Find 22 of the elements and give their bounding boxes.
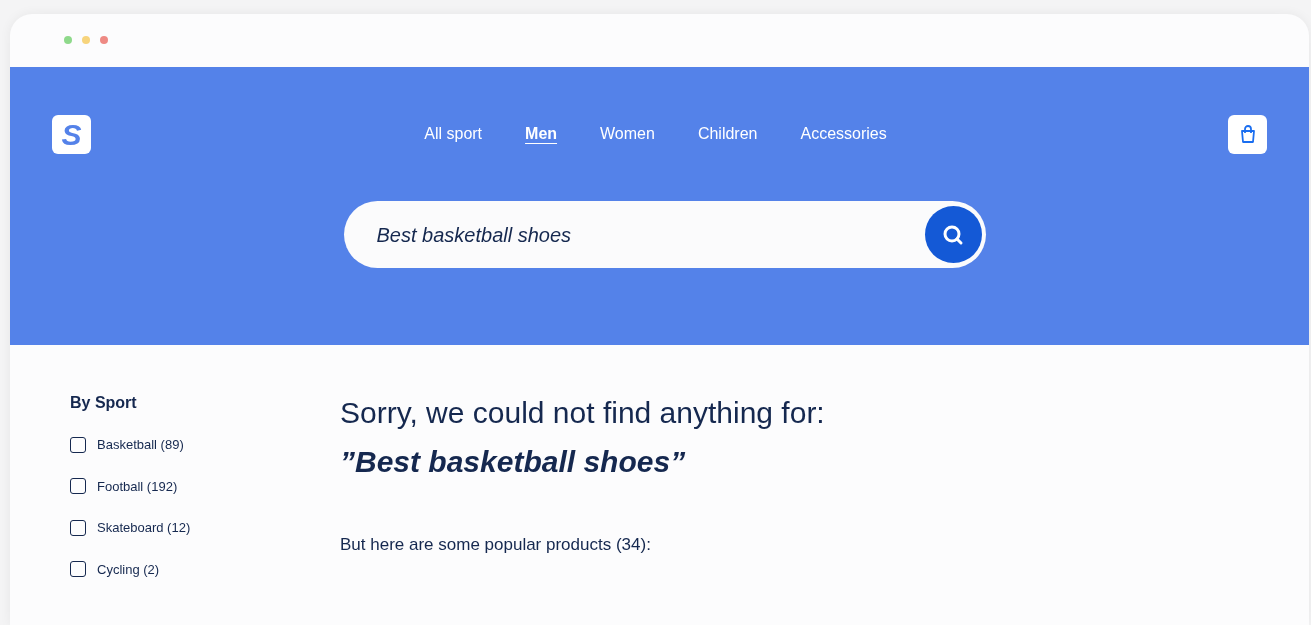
search-button[interactable] [924, 206, 982, 263]
nav-link[interactable]: Accessories [800, 122, 887, 146]
checkbox[interactable] [70, 561, 86, 578]
no-results-heading: Sorry, we could not find anything for: [340, 395, 825, 431]
search-query: ”Best basketball shoes” [340, 444, 687, 480]
filter-title: By Sport [70, 393, 138, 413]
checkbox[interactable] [70, 519, 86, 536]
filter-label[interactable]: Cycling (2) [97, 559, 160, 579]
logo[interactable]: S [52, 114, 91, 154]
nav-link[interactable]: Children [697, 122, 758, 146]
nav-link[interactable]: Women [600, 122, 655, 146]
filter-label[interactable]: Football (192) [97, 476, 178, 496]
nav-link[interactable]: All sport [424, 122, 483, 146]
checkbox[interactable] [70, 436, 86, 453]
cart-button[interactable] [1228, 114, 1267, 154]
filter-label[interactable]: Skateboard (12) [97, 518, 191, 538]
search-bar[interactable]: Best basketball shoes [343, 201, 986, 268]
popular-products-text: But here are some popular products (34): [340, 534, 652, 556]
filter-label[interactable]: Basketball (89) [97, 435, 184, 455]
checkbox[interactable] [70, 478, 86, 495]
nav-link[interactable]: Men [525, 122, 558, 146]
search-field[interactable]: Best basketball shoes [376, 219, 925, 250]
